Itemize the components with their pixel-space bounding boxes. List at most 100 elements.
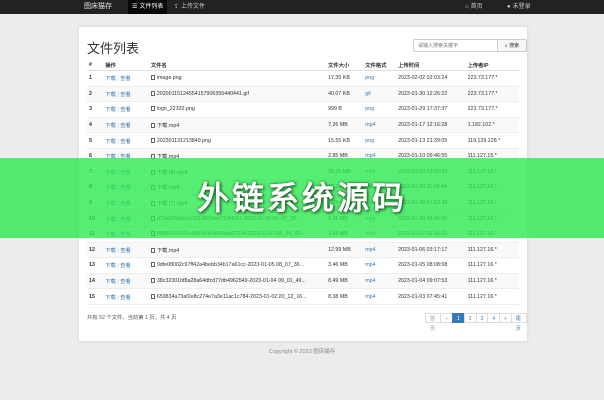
- page-link[interactable]: 尾页: [510, 313, 527, 332]
- brand-name[interactable]: 图床猫存: [84, 0, 112, 14]
- row-format: mp4: [363, 288, 397, 305]
- download-link[interactable]: 下载: [105, 248, 116, 254]
- row-size: 15.55 KB: [326, 132, 364, 149]
- row-upload-time: 2023-01-03 07:45:41: [396, 288, 466, 305]
- row-uploader-ip: 111.127.16.*: [465, 242, 519, 259]
- view-link[interactable]: 查看: [120, 107, 131, 113]
- file-icon: [150, 293, 155, 299]
- view-link[interactable]: 查看: [120, 123, 131, 129]
- upload-icon: ⇪: [174, 4, 180, 10]
- row-upload-time: 2023-01-17 12:16:28: [396, 117, 466, 134]
- table-row: 14 下载 | 查看 38c32301bf8a28a64dfcd77db496254…: [87, 273, 519, 290]
- view-link[interactable]: 查看: [120, 279, 131, 285]
- row-filename: 下载.mp4: [148, 242, 327, 259]
- row-uploader-ip: 111.127.16.*: [465, 257, 519, 274]
- filename-text: 20200115124554157906355440441.gif: [156, 90, 249, 97]
- download-link[interactable]: 下载: [105, 76, 116, 82]
- file-icon: [150, 262, 155, 268]
- row-upload-time: 2023-01-06 03:17:17: [396, 242, 466, 259]
- row-upload-time: 2023-01-05 08:08:08: [396, 257, 466, 274]
- table-row: 13 下载 | 查看 9dfe08002c97ff42a4bebb34b17a61c…: [87, 257, 519, 274]
- download-link[interactable]: 下载: [105, 295, 116, 301]
- table-row: 2 下载 | 查看 20200115124554157906355440441.gi…: [87, 86, 519, 103]
- table-header-row: # 操作 文件名 文件大小 文件格式 上传时间 上传者IP: [87, 60, 519, 71]
- file-count-summary: 共有 52 个文件，当前第 1 页，共 4 页: [87, 315, 177, 321]
- row-size: 3.46 MB: [326, 257, 364, 274]
- row-size: 8.49 MB: [326, 273, 364, 290]
- download-link[interactable]: 下载: [105, 263, 116, 269]
- filename-text: image.png: [156, 75, 182, 82]
- filename-text: 下载.mp4: [156, 123, 180, 130]
- table-row: 5 下载 | 查看 202301131213849.png 15.55 KB png 20…: [87, 132, 519, 149]
- row-actions: 下载 | 查看: [103, 257, 149, 274]
- search-icon: ⌕: [504, 43, 508, 49]
- row-size: 40.07 KB: [326, 86, 364, 103]
- row-uploader-ip: 223.73.177.*: [465, 86, 519, 103]
- action-separator: |: [117, 279, 119, 286]
- row-filename: logo_22332.png: [148, 101, 327, 118]
- row-filename: 38c32301bf8a28a64dfcd77db4962549-2023-01…: [148, 273, 327, 290]
- row-index: 14: [87, 273, 104, 290]
- row-upload-time: 2023-01-04 09:07:53: [396, 273, 466, 290]
- row-filename: 9dfe08002c97ff42a4bebb34b17a61cc-2023-01…: [148, 257, 327, 274]
- row-filename: image.png: [148, 70, 327, 87]
- view-link[interactable]: 查看: [120, 263, 131, 269]
- search-input[interactable]: [413, 39, 503, 52]
- row-actions: 下载 | 查看: [103, 117, 149, 134]
- home-icon: ⌂: [465, 4, 469, 10]
- row-uploader-ip: 1.182.102.*: [465, 117, 519, 134]
- search-button[interactable]: ⌕ 搜索: [497, 39, 527, 52]
- file-icon: [150, 247, 155, 253]
- user-icon: ●: [507, 4, 511, 10]
- table-row: 3 下载 | 查看 logo_22332.png 999 Bpng 2023-01-29…: [87, 101, 519, 118]
- row-actions: 下载 | 查看: [103, 288, 149, 305]
- download-link[interactable]: 下载: [105, 123, 116, 129]
- row-index: 2: [87, 86, 104, 103]
- filename-text: 659834a73af2e8c274e7a3e11ac1c784-2023-01…: [156, 293, 307, 300]
- download-link[interactable]: 下载: [105, 92, 116, 98]
- action-separator: |: [117, 123, 119, 130]
- row-format: mp4: [363, 117, 397, 134]
- table-row: 1 下载 | 查看 image.png 17.35 KB png 2023-02-02 0…: [87, 70, 519, 87]
- list-icon: ☰: [132, 4, 138, 10]
- watermark-text: 外链系统源码: [196, 180, 407, 216]
- download-link[interactable]: 下载: [105, 279, 116, 285]
- row-size: 7.26 MB: [326, 117, 364, 134]
- col-header-ip: 上传者IP: [465, 60, 519, 71]
- action-separator: |: [117, 91, 119, 98]
- row-actions: 下载 | 查看: [103, 132, 149, 149]
- view-link[interactable]: 查看: [120, 139, 131, 145]
- action-separator: |: [117, 76, 119, 83]
- table-row: 15 下载 | 查看 659834a73af2e8c274e7a3e11ac1c78…: [87, 288, 519, 305]
- view-link[interactable]: 查看: [120, 76, 131, 82]
- table-row: 4 下载 | 查看 下载.mp4 7.26 MB mp4 2023-01-17 12:16…: [87, 117, 519, 134]
- row-index: 3: [87, 101, 104, 118]
- row-upload-time: 2023-01-29 17:37:37: [396, 101, 466, 118]
- view-link[interactable]: 查看: [120, 92, 131, 98]
- row-actions: 下载 | 查看: [103, 101, 149, 118]
- table-row: 12 下载 | 查看 下载.mp4 12.99 MB mp4 2023-01-06 03:…: [87, 242, 519, 259]
- row-size: 8.38 MB: [326, 288, 364, 305]
- row-format: png: [363, 70, 397, 87]
- filename-text: 9dfe08002c97ff42a4bebb34b17a61cc-2023-01…: [156, 262, 305, 269]
- row-filename: 20200115124554157906355440441.gif: [148, 86, 327, 103]
- page-title: 文件列表: [87, 41, 140, 56]
- filename-text: logo_22332.png: [156, 106, 195, 113]
- nav-home[interactable]: ⌂ 首页: [461, 0, 487, 14]
- row-uploader-ip: 111.127.16.*: [465, 273, 519, 290]
- row-index: 5: [87, 132, 104, 149]
- view-link[interactable]: 查看: [120, 248, 131, 254]
- action-separator: |: [117, 294, 119, 301]
- row-uploader-ip: 223.73.177.*: [465, 70, 519, 87]
- row-index: 1: [87, 70, 104, 87]
- nav-file-list[interactable]: ☰ 文件列表: [128, 0, 168, 14]
- row-format: mp4: [363, 257, 397, 274]
- view-link[interactable]: 查看: [120, 295, 131, 301]
- download-link[interactable]: 下载: [105, 139, 116, 145]
- action-separator: |: [117, 107, 119, 114]
- download-link[interactable]: 下载: [105, 107, 116, 113]
- nav-login[interactable]: ● 未登录: [503, 0, 535, 14]
- nav-upload[interactable]: ⇪ 上传文件: [170, 0, 209, 14]
- action-separator: |: [117, 138, 119, 145]
- file-icon: [150, 106, 155, 112]
